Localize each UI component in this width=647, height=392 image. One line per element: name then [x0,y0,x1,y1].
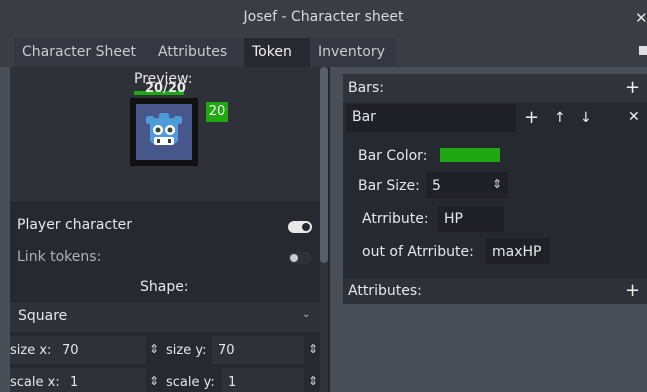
bars-header [343,74,647,102]
toggle-knob [302,223,310,231]
size-y-label: size y: [166,343,207,358]
tab-attributes[interactable]: Attributes [150,38,244,67]
scale-y-spin-icon[interactable]: ⇕ [308,374,318,388]
max-attribute-value: maxHP [492,244,542,260]
scale-x-label: scale x: [10,375,60,390]
hp-text: 20/20 [145,81,186,96]
size-x-value: 70 [62,343,79,358]
attribute-label: Atrribute: [362,211,429,227]
bar-size-value: 5 [432,178,441,194]
scale-x-value: 1 [70,375,79,390]
hp-badge: 20 [206,102,228,122]
player-character-label: Player character [17,217,133,233]
tab-character-sheet[interactable]: Character Sheet [14,38,150,67]
scale-y-value: 1 [228,375,237,390]
tab-menu-icon[interactable] [637,44,647,58]
close-icon[interactable]: ✕ [635,10,647,26]
bar-color-swatch[interactable] [440,148,500,162]
tab-inventory[interactable]: Inventory [310,38,396,67]
toggle-knob [290,254,298,262]
shape-value: Square [18,308,68,324]
size-y-spin-icon[interactable]: ⇕ [308,342,318,356]
title-bar: Josef - Character sheet ✕ [0,0,647,36]
move-up-icon[interactable]: ↑ [554,111,566,125]
tab-bar: Character Sheet Attributes Token Invento… [0,36,647,67]
bar-color-label: Bar Color: [358,148,428,164]
token-image [136,104,192,160]
link-tokens-toggle[interactable] [288,252,312,264]
size-x-label: size x: [10,343,52,358]
tab-token[interactable]: Token [244,38,310,67]
attribute-value: HP [444,211,463,227]
scale-y-label: scale y: [166,375,215,390]
shape-label: Shape: [140,279,189,295]
add-attribute-icon[interactable]: + [524,109,539,127]
move-down-icon[interactable]: ↓ [580,111,592,125]
bar-size-label: Bar Size: [358,178,420,194]
size-x-spin-icon[interactable]: ⇕ [149,342,159,356]
max-attribute-label: out of Atrribute: [362,244,474,260]
add-attribute-row-icon[interactable]: + [625,282,640,300]
window-title: Josef - Character sheet [243,9,404,25]
player-character-toggle[interactable] [288,221,312,233]
scale-x-spin-icon[interactable]: ⇕ [149,374,159,388]
bars-title: Bars: [348,80,384,96]
godot-robot-icon [146,113,182,145]
attributes-title: Attributes: [348,283,422,299]
scrollbar-thumb[interactable] [320,67,328,263]
chevron-down-icon: ⌄ [302,309,311,320]
add-bar-icon[interactable]: + [625,79,640,97]
bar-size-spin-icon[interactable]: ⇕ [492,177,502,191]
link-tokens-label: Link tokens: [17,249,102,265]
size-y-value: 70 [218,343,235,358]
close-icon[interactable]: ✕ [628,110,640,124]
bar-name-value: Bar [352,109,376,125]
